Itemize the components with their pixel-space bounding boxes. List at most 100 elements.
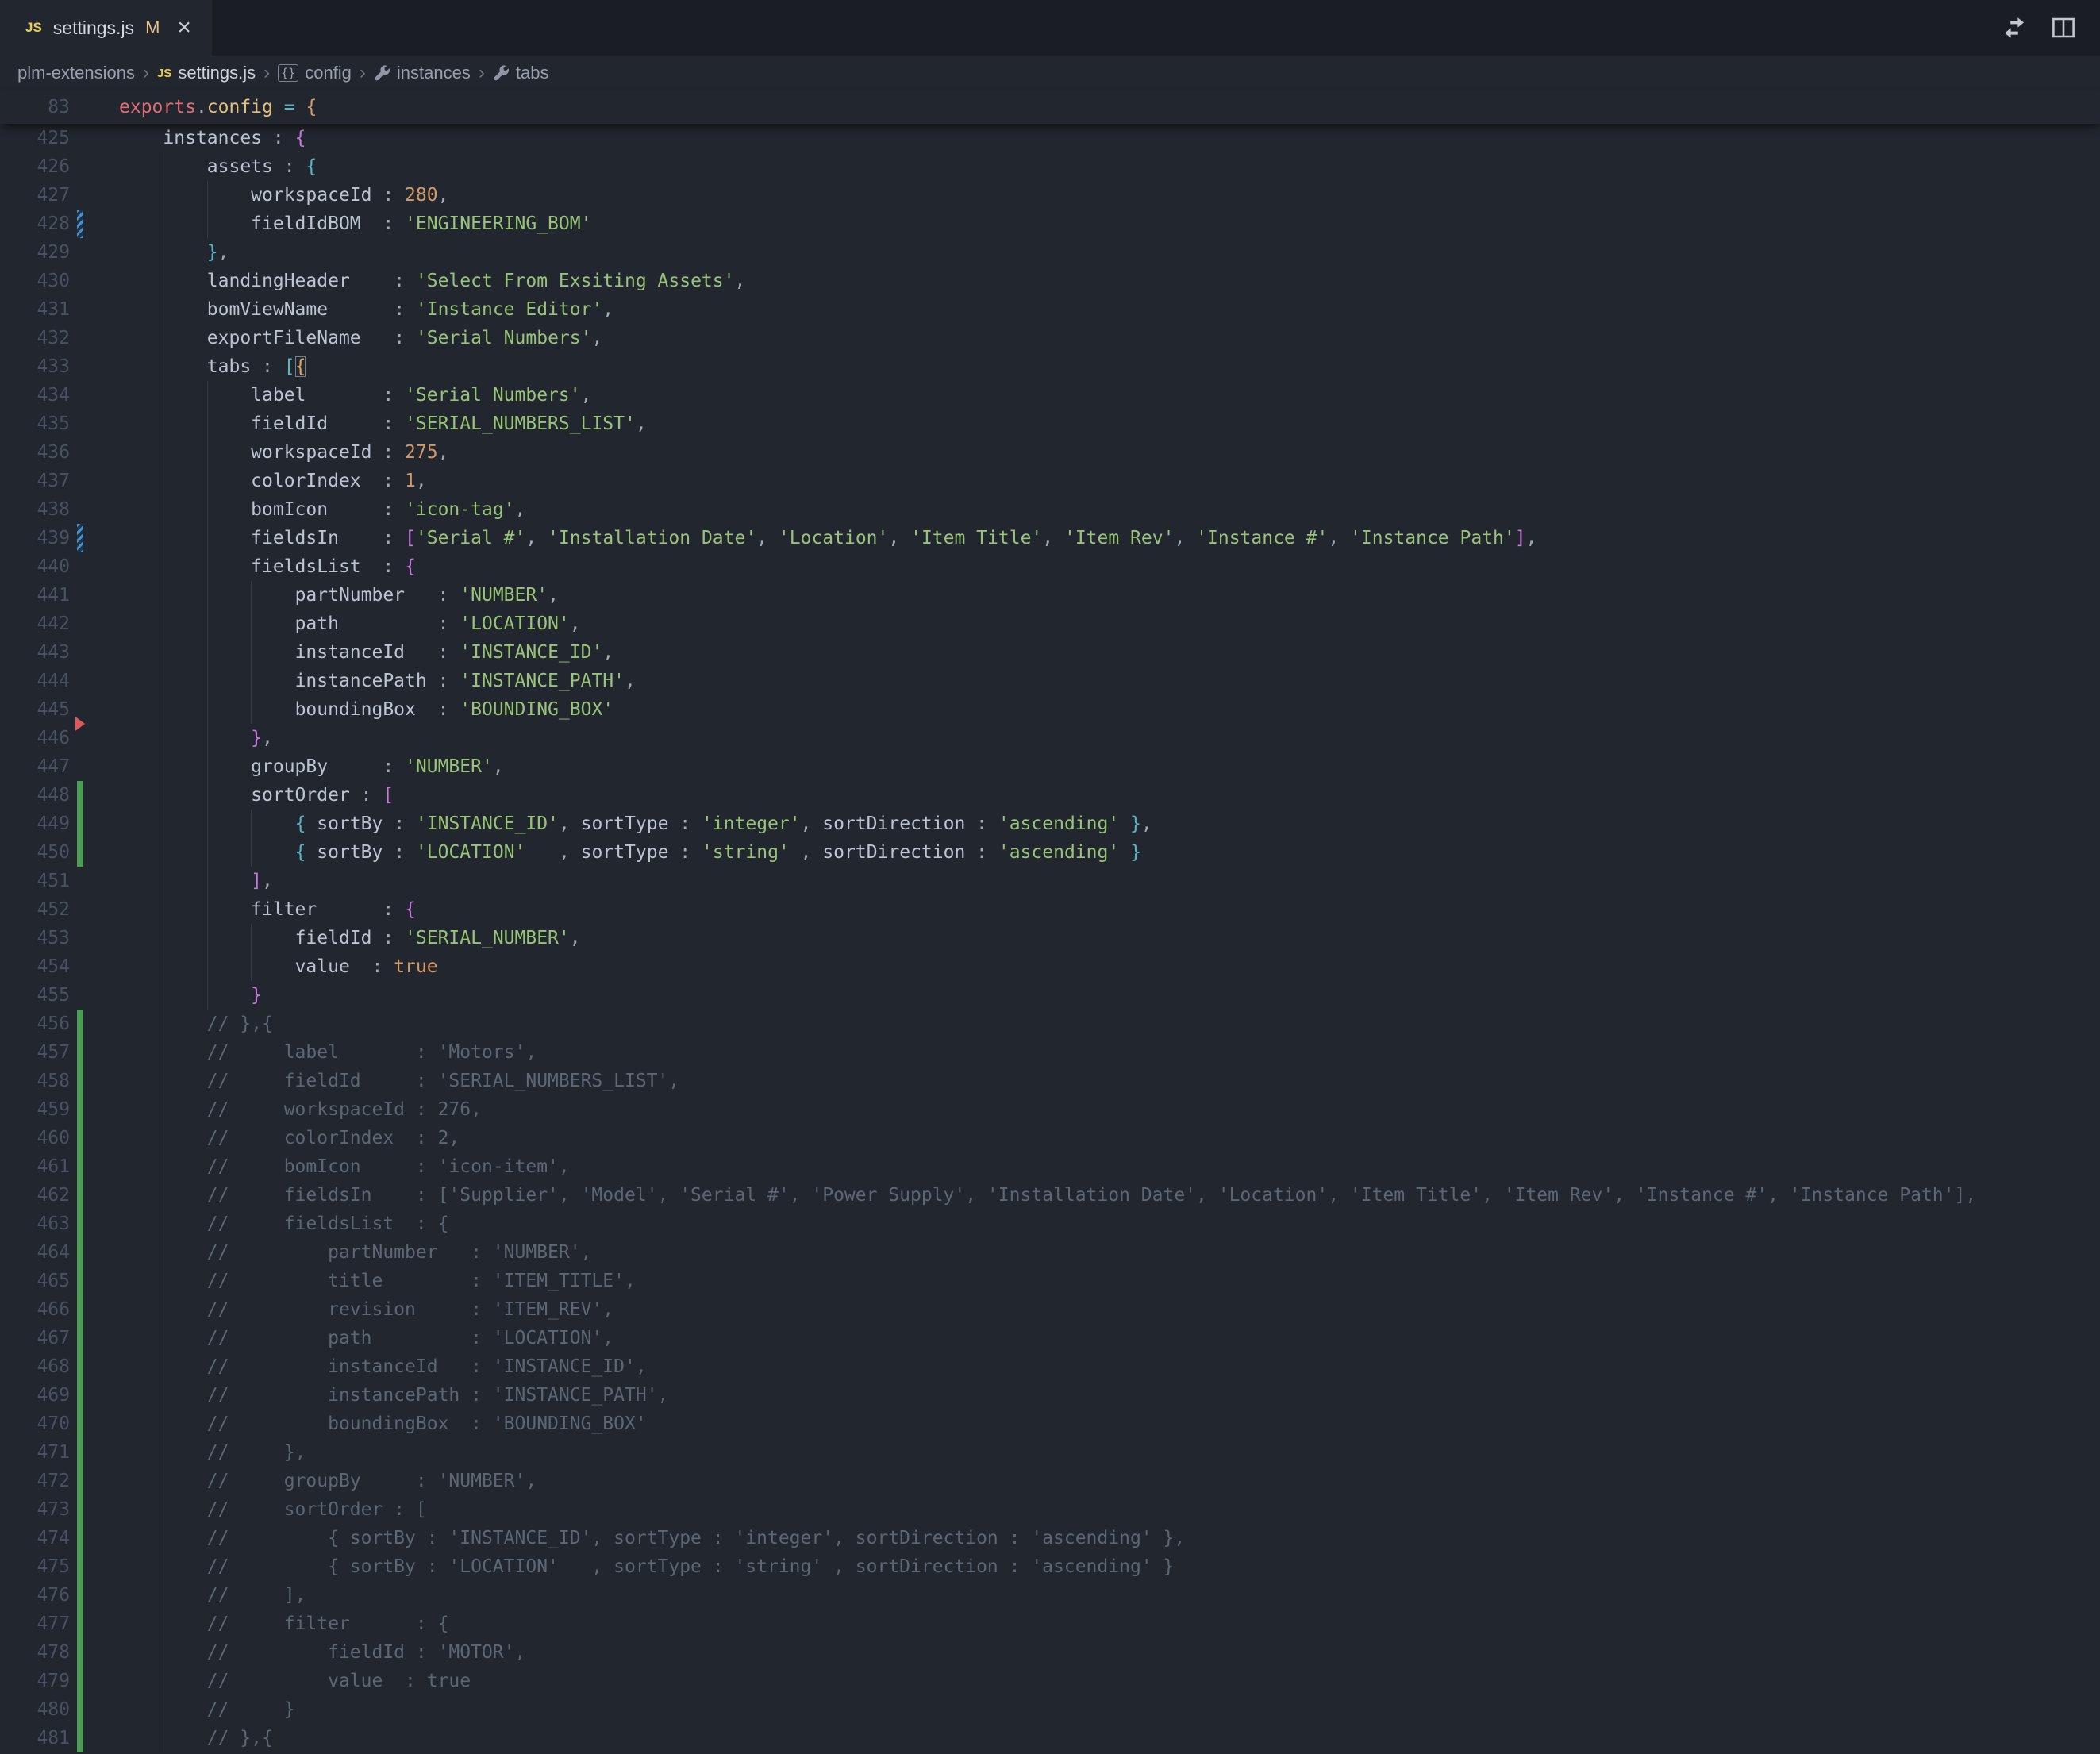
line-number[interactable]: 453 [0,924,70,952]
code-line[interactable]: 425 instances : { [0,124,2100,152]
line-number[interactable]: 462 [0,1181,70,1210]
code-line[interactable]: 431 bomViewName : 'Instance Editor', [0,295,2100,324]
line-number[interactable]: 466 [0,1295,70,1324]
line-number[interactable]: 475 [0,1552,70,1581]
code-line[interactable]: 435 fieldId : 'SERIAL_NUMBERS_LIST', [0,410,2100,438]
line-number[interactable]: 448 [0,781,70,810]
line-number[interactable]: 440 [0,552,70,581]
code-line[interactable]: 481 // },{ [0,1724,2100,1752]
split-editor-icon[interactable] [2051,15,2076,40]
line-number[interactable]: 444 [0,667,70,695]
code-line[interactable]: 465 // title : 'ITEM_TITLE', [0,1267,2100,1295]
code-line[interactable]: 467 // path : 'LOCATION', [0,1324,2100,1352]
line-number[interactable]: 451 [0,867,70,895]
code-line[interactable]: 432 exportFileName : 'Serial Numbers', [0,324,2100,352]
code-line[interactable]: 461 // bomIcon : 'icon-item', [0,1152,2100,1181]
line-number[interactable]: 455 [0,981,70,1010]
code-line[interactable]: 479 // value : true [0,1667,2100,1695]
line-number[interactable]: 478 [0,1638,70,1667]
line-number[interactable]: 442 [0,610,70,638]
line-number[interactable]: 476 [0,1581,70,1610]
open-changes-icon[interactable] [2002,15,2027,40]
close-tab-icon[interactable]: × [177,16,191,40]
line-number[interactable]: 435 [0,410,70,438]
line-number[interactable]: 428 [0,210,70,238]
code-line[interactable]: 429 }, [0,238,2100,267]
line-number[interactable]: 433 [0,352,70,381]
line-number[interactable]: 430 [0,267,70,295]
code-line[interactable]: 478 // fieldId : 'MOTOR', [0,1638,2100,1667]
line-number[interactable]: 449 [0,810,70,838]
breadcrumb-item-instances[interactable]: instances [374,63,471,83]
code-line[interactable]: 427 workspaceId : 280, [0,181,2100,210]
line-number[interactable]: 441 [0,581,70,610]
line-number[interactable]: 457 [0,1038,70,1067]
code-line[interactable]: 439 fieldsIn : ['Serial #', 'Installatio… [0,524,2100,552]
code-line[interactable]: 438 bomIcon : 'icon-tag', [0,495,2100,524]
code-line[interactable]: 445 boundingBox : 'BOUNDING_BOX' [0,695,2100,724]
code-line[interactable]: 469 // instancePath : 'INSTANCE_PATH', [0,1381,2100,1410]
line-number[interactable]: 431 [0,295,70,324]
line-number[interactable]: 463 [0,1210,70,1238]
breadcrumb-item-config[interactable]: {}config [278,63,352,83]
line-number[interactable]: 465 [0,1267,70,1295]
line-number[interactable]: 445 [0,695,70,724]
code-line[interactable]: 433 tabs : [{ [0,352,2100,381]
code-line[interactable]: 443 instanceId : 'INSTANCE_ID', [0,638,2100,667]
code-line[interactable]: 466 // revision : 'ITEM_REV', [0,1295,2100,1324]
line-number[interactable]: 458 [0,1067,70,1095]
line-number[interactable]: 473 [0,1495,70,1524]
line-number[interactable]: 450 [0,838,70,867]
line-number[interactable]: 464 [0,1238,70,1267]
breadcrumb-item-tabs[interactable]: tabs [493,63,549,83]
code-line[interactable]: 462 // fieldsIn : ['Supplier', 'Model', … [0,1181,2100,1210]
code-line[interactable]: 473 // sortOrder : [ [0,1495,2100,1524]
code-line[interactable]: 480 // } [0,1695,2100,1724]
code-line[interactable]: 476 // ], [0,1581,2100,1610]
code-line[interactable]: 459 // workspaceId : 276, [0,1095,2100,1124]
code-line[interactable]: 436 workspaceId : 275, [0,438,2100,467]
line-number[interactable]: 447 [0,752,70,781]
code-line[interactable]: 450 { sortBy : 'LOCATION' , sortType : '… [0,838,2100,867]
line-number[interactable]: 83 [0,90,70,124]
line-number[interactable]: 437 [0,467,70,495]
code-line[interactable]: 430 landingHeader : 'Select From Exsitin… [0,267,2100,295]
code-line[interactable]: 458 // fieldId : 'SERIAL_NUMBERS_LIST', [0,1067,2100,1095]
code-line[interactable]: 428 fieldIdBOM : 'ENGINEERING_BOM' [0,210,2100,238]
code-editor[interactable]: 425 instances : {426 assets : {427 works… [0,124,2100,1752]
code-line[interactable]: 441 partNumber : 'NUMBER', [0,581,2100,610]
line-number[interactable]: 432 [0,324,70,352]
code-line[interactable]: 453 fieldId : 'SERIAL_NUMBER', [0,924,2100,952]
code-line[interactable]: 475 // { sortBy : 'LOCATION' , sortType … [0,1552,2100,1581]
line-number[interactable]: 438 [0,495,70,524]
line-number[interactable]: 471 [0,1438,70,1467]
sticky-line[interactable]: 83exports.config = { [0,90,2100,124]
code-line[interactable]: 426 assets : { [0,152,2100,181]
line-number[interactable]: 477 [0,1610,70,1638]
code-line[interactable]: 471 // }, [0,1438,2100,1467]
code-line[interactable]: 464 // partNumber : 'NUMBER', [0,1238,2100,1267]
line-number[interactable]: 460 [0,1124,70,1152]
code-line[interactable]: 470 // boundingBox : 'BOUNDING_BOX' [0,1410,2100,1438]
code-line[interactable]: 449 { sortBy : 'INSTANCE_ID', sortType :… [0,810,2100,838]
tab-settings-js[interactable]: JS settings.js M × [0,0,212,56]
code-line[interactable]: 446 }, [0,724,2100,752]
line-number[interactable]: 456 [0,1010,70,1038]
code-line[interactable]: 452 filter : { [0,895,2100,924]
line-number[interactable]: 436 [0,438,70,467]
line-number[interactable]: 461 [0,1152,70,1181]
code-line[interactable]: 474 // { sortBy : 'INSTANCE_ID', sortTyp… [0,1524,2100,1552]
line-number[interactable]: 454 [0,952,70,981]
code-line[interactable]: 456 // },{ [0,1010,2100,1038]
line-number[interactable]: 429 [0,238,70,267]
code-line[interactable]: 451 ], [0,867,2100,895]
code-line[interactable]: 460 // colorIndex : 2, [0,1124,2100,1152]
code-line[interactable]: 437 colorIndex : 1, [0,467,2100,495]
line-number[interactable]: 472 [0,1467,70,1495]
line-number[interactable]: 467 [0,1324,70,1352]
code-line[interactable]: 442 path : 'LOCATION', [0,610,2100,638]
line-number[interactable]: 426 [0,152,70,181]
code-line[interactable]: 434 label : 'Serial Numbers', [0,381,2100,410]
code-line[interactable]: 448 sortOrder : [ [0,781,2100,810]
line-number[interactable]: 443 [0,638,70,667]
